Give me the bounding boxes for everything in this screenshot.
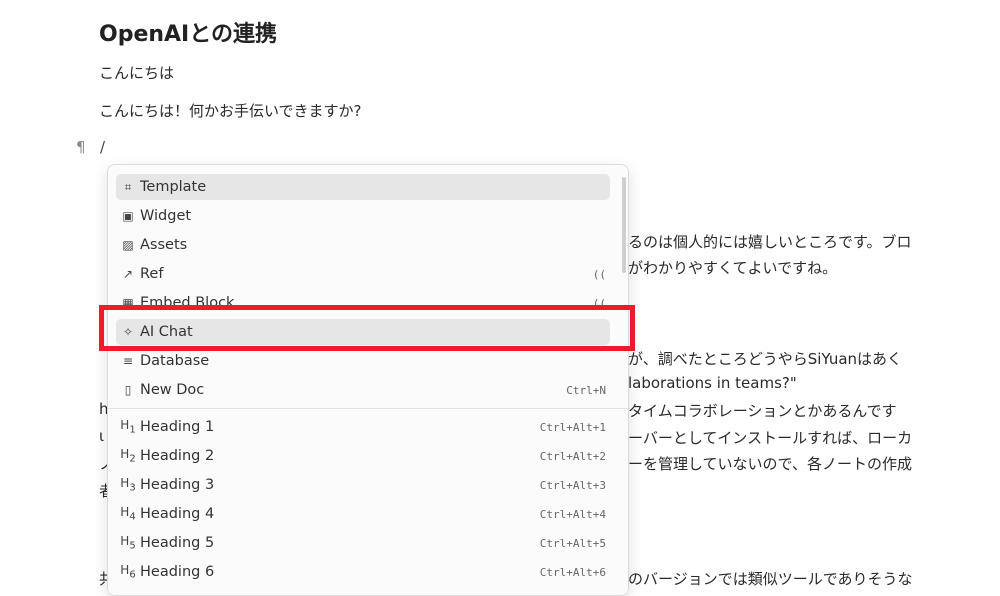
paragraph-fragment: laborations in teams?" — [628, 374, 797, 392]
heading-6-icon: H6 — [120, 563, 136, 581]
menu-item-label: Heading 3 — [140, 477, 215, 493]
paragraph-fragment: ーを管理していないので、各ノートの作成 — [628, 455, 912, 473]
highlight-box — [99, 305, 635, 351]
menu-item-heading-6[interactable]: H6 Heading 6 Ctrl+Alt+6 — [116, 559, 610, 585]
menu-item-label: Heading 4 — [140, 506, 215, 522]
menu-item-database[interactable]: ≡ Database — [116, 348, 610, 374]
menu-item-label: Heading 6 — [140, 564, 215, 580]
heading-4-icon: H4 — [120, 505, 136, 523]
menu-item-widget[interactable]: ▣ Widget — [116, 203, 610, 229]
menu-item-label: Heading 5 — [140, 535, 215, 551]
menu-item-label: Template — [140, 179, 207, 195]
menu-item-shortcut: Ctrl+Alt+1 — [539, 420, 606, 434]
menu-item-shortcut: Ctrl+Alt+4 — [539, 507, 606, 521]
menu-item-label: Widget — [140, 208, 192, 224]
paragraph-mark-icon[interactable]: ¶ — [76, 138, 86, 156]
menu-item-heading-3[interactable]: H3 Heading 3 Ctrl+Alt+3 — [116, 472, 610, 498]
paragraph-fragment: ーバーとしてインストールすれば、ローカ — [628, 429, 913, 447]
menu-item-shortcut: Ctrl+Alt+5 — [539, 536, 606, 550]
menu-item-shortcut: Ctrl+Alt+3 — [539, 478, 606, 492]
menu-item-label: Heading 2 — [140, 448, 215, 464]
database-icon: ≡ — [122, 354, 134, 368]
paragraph-greeting[interactable]: こんにちは — [99, 62, 174, 83]
menu-item-label: Ref — [140, 266, 164, 282]
menu-item-assets[interactable]: ▨ Assets — [116, 232, 610, 258]
menu-item-shortcut: Ctrl+N — [566, 383, 606, 397]
new-doc-icon: ▯ — [124, 383, 132, 397]
menu-item-shortcut: (( — [592, 267, 606, 281]
heading-2-icon: H2 — [120, 447, 136, 465]
menu-item-label: New Doc — [140, 382, 205, 398]
menu-item-template[interactable]: ⌗ Template — [116, 174, 610, 200]
heading-3-icon: H3 — [120, 476, 136, 494]
menu-item-shortcut: Ctrl+Alt+2 — [539, 449, 606, 463]
paragraph-fragment: タイムコラボレーションとかあるんです — [628, 402, 897, 420]
widget-icon: ▣ — [122, 209, 134, 223]
slash-command-menu[interactable]: ⌗ Template ▣ Widget ▨ Assets ↗ Ref (( ▦ … — [107, 164, 629, 596]
menu-item-heading-5[interactable]: H5 Heading 5 Ctrl+Alt+5 — [116, 530, 610, 556]
menu-item-heading-1[interactable]: H1 Heading 1 Ctrl+Alt+1 — [116, 414, 610, 440]
menu-item-heading-2[interactable]: H2 Heading 2 Ctrl+Alt+2 — [116, 443, 610, 469]
menu-item-ref[interactable]: ↗ Ref (( — [116, 261, 610, 287]
paragraph-reply[interactable]: こんにちは！何かお手伝いできますか? — [99, 100, 362, 121]
template-icon: ⌗ — [124, 179, 132, 194]
assets-icon: ▨ — [122, 238, 134, 252]
menu-divider — [108, 408, 628, 409]
heading-5-icon: H5 — [120, 534, 136, 552]
page-title: OpenAIとの連携 — [99, 22, 278, 47]
menu-item-label: Heading 1 — [140, 419, 215, 435]
menu-item-label: Database — [140, 353, 210, 369]
paragraph-fragment: が、調べたところどうやらSiYuanはあく — [628, 350, 903, 368]
ref-icon: ↗ — [122, 267, 134, 281]
menu-item-label: Assets — [140, 237, 188, 253]
paragraph-fragment: ι — [99, 427, 105, 445]
menu-scrollbar[interactable] — [622, 177, 626, 273]
slash-command-input[interactable]: / — [100, 138, 105, 156]
paragraph-fragment: るのは個人的には嬉しいところです。ブロ — [628, 233, 912, 251]
paragraph-fragment: がわかりやすくてよいですね。 — [628, 259, 838, 277]
heading-1-icon: H1 — [120, 418, 136, 436]
menu-item-shortcut: Ctrl+Alt+6 — [539, 565, 606, 579]
menu-item-heading-4[interactable]: H4 Heading 4 Ctrl+Alt+4 — [116, 501, 610, 527]
menu-item-new-doc[interactable]: ▯ New Doc Ctrl+N — [116, 377, 610, 403]
